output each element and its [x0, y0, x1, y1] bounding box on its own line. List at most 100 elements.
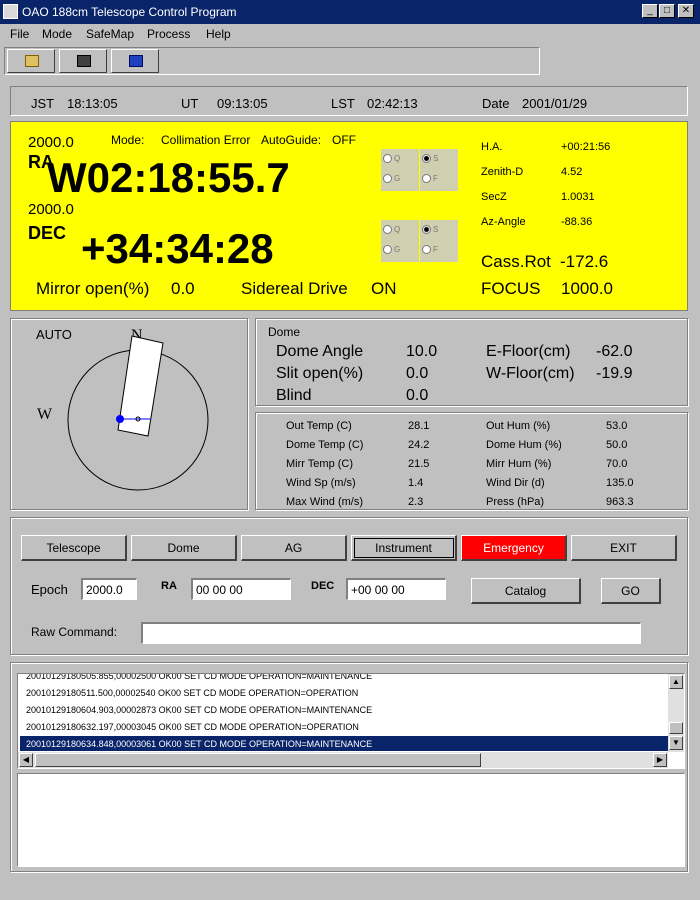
ra-radio-q[interactable]: Q	[383, 154, 400, 164]
weather-value: 28.1	[408, 420, 430, 432]
weather-label2: Wind Dir (d)	[486, 477, 545, 489]
catalog-button[interactable]: Catalog	[471, 578, 581, 604]
scroll-left-arrow-icon[interactable]: ◀	[19, 753, 33, 767]
weather-value: 2.3	[408, 496, 424, 508]
mirror-open-label: Mirror open(%)	[36, 279, 150, 298]
wfloor-label: W-Floor(cm)	[486, 365, 575, 382]
close-button[interactable]: ✕	[678, 4, 694, 18]
control-panel: Telescope Dome AG Instrument Emergency E…	[10, 517, 688, 655]
mode-value: Collimation Error	[161, 133, 251, 147]
weather-value2: 70.0	[606, 458, 628, 470]
epoch-input[interactable]: 2000.0	[81, 578, 137, 600]
secz-label: SecZ	[481, 191, 507, 203]
ra-radio-s[interactable]: S	[422, 154, 439, 164]
scroll-up-arrow-icon[interactable]: ▲	[669, 675, 683, 689]
ra-radio-f[interactable]: F	[422, 174, 438, 184]
weather-row-4: Max Wind (m/s) 2.3 Press (hPa) 963.3	[286, 496, 686, 510]
dec-radio-f[interactable]: F	[422, 245, 438, 255]
menu-help[interactable]: Help	[206, 27, 231, 41]
log-line[interactable]: 20010129180511.500,00002540 OK00 SET CD …	[26, 688, 358, 698]
dome-button[interactable]: Dome	[131, 535, 237, 561]
log-list[interactable]: 20010129180505.855,00002500 OK00 SET CD …	[17, 673, 685, 769]
lst-label: LST	[331, 96, 355, 111]
dec-radio-s[interactable]: S	[422, 225, 438, 235]
menu-file[interactable]: File	[10, 27, 29, 41]
menu-process[interactable]: Process	[147, 27, 190, 41]
emergency-button[interactable]: Emergency	[461, 535, 567, 561]
app-icon[interactable]	[3, 4, 18, 19]
weather-value2: 963.3	[606, 496, 634, 508]
ut-label: UT	[181, 96, 199, 111]
weather-label: Out Temp (C)	[286, 420, 352, 432]
log-line[interactable]: 20010129180604.903,00002873 OK00 SET CD …	[26, 705, 372, 715]
ra-radio-group-left: Q G	[381, 149, 419, 191]
dec-radio-group-left: Q G	[381, 220, 419, 262]
exit-button[interactable]: EXIT	[571, 535, 677, 561]
scroll-thumb-vertical[interactable]	[669, 722, 683, 734]
dec-input[interactable]: +00 00 00	[346, 578, 446, 600]
az-label: Az-Angle	[481, 216, 526, 228]
radio-f-label: F	[433, 245, 438, 254]
mirror-open-value: 0.0	[171, 279, 195, 298]
efloor-label: E-Floor(cm)	[486, 343, 571, 360]
weather-label2: Dome Hum (%)	[486, 439, 562, 451]
menu-mode[interactable]: Mode	[42, 27, 72, 41]
ra-radio-g[interactable]: G	[383, 174, 400, 184]
title-bar[interactable]: OAO 188cm Telescope Control Program _ □ …	[0, 0, 700, 24]
scroll-right-arrow-icon[interactable]: ▶	[653, 753, 667, 767]
log-line-selected[interactable]: 20010129180634.848,00003061 OK00 SET CD …	[26, 739, 372, 749]
cassrot-value: -172.6	[560, 252, 609, 271]
dec-radio-g[interactable]: G	[383, 245, 400, 255]
weather-value2: 53.0	[606, 420, 628, 432]
zenith-value: 4.52	[561, 166, 583, 178]
telescope-status-display: 2000.0 RA W02:18:55.7 Mode: Collimation …	[10, 121, 688, 311]
ha-label: H.A.	[481, 141, 503, 153]
slit-open-label: Slit open(%)	[276, 365, 364, 382]
ra-input[interactable]: 00 00 00	[191, 578, 291, 600]
open-file-button[interactable]	[7, 49, 55, 73]
log-line[interactable]: 20010129180505.855,00002500 OK00 SET CD …	[26, 674, 372, 681]
menu-safemap[interactable]: SafeMap	[86, 27, 134, 41]
secz-value: 1.0031	[561, 191, 595, 203]
ha-value: +00:21:56	[561, 141, 611, 153]
maximize-button[interactable]: □	[659, 4, 675, 18]
dec-radio-q[interactable]: Q	[383, 225, 401, 235]
mode-label: Mode:	[111, 133, 145, 147]
radio-q-label: Q	[394, 225, 401, 234]
focus-label: FOCUS	[481, 279, 541, 298]
output-text-area[interactable]	[17, 773, 685, 867]
scroll-down-arrow-icon[interactable]: ▼	[669, 736, 683, 750]
autoguide-value: OFF	[332, 133, 356, 147]
focus-value: 1000.0	[561, 279, 613, 298]
jst-label: JST	[31, 96, 55, 111]
epoch-label: Epoch	[31, 582, 68, 597]
window-title: OAO 188cm Telescope Control Program	[22, 5, 237, 19]
book-button[interactable]	[111, 49, 159, 73]
dec-input-label: DEC	[311, 580, 335, 592]
minimize-button[interactable]: _	[642, 4, 658, 18]
book-icon	[129, 55, 143, 67]
ag-button[interactable]: AG	[241, 535, 347, 561]
telescope-button[interactable]: Telescope	[21, 535, 127, 561]
folder-open-icon	[25, 55, 39, 67]
weather-value2: 135.0	[606, 477, 634, 489]
instrument-button[interactable]: Instrument	[351, 535, 457, 561]
raw-command-input[interactable]	[141, 622, 641, 644]
save-file-button[interactable]	[59, 49, 107, 73]
radio-s-label: S	[433, 154, 439, 163]
dec-value: +34:34:28	[81, 225, 274, 272]
autoguide-label: AutoGuide:	[261, 133, 322, 147]
weather-label: Max Wind (m/s)	[286, 496, 363, 508]
scroll-thumb-horizontal[interactable]	[35, 753, 481, 767]
ra-epoch: 2000.0	[28, 134, 74, 151]
weather-label: Mirr Temp (C)	[286, 458, 354, 470]
blind-value: 0.0	[406, 387, 429, 404]
log-line[interactable]: 20010129180632.197,00003045 OK00 SET CD …	[26, 722, 359, 732]
cassrot-label: Cass.Rot	[481, 252, 551, 271]
go-button[interactable]: GO	[601, 578, 661, 604]
time-bar: JST 18:13:05 UT 09:13:05 LST 02:42:13 Da…	[10, 86, 688, 116]
weather-label: Dome Temp (C)	[286, 439, 364, 451]
menu-bar: File Mode SafeMap Process Help	[0, 24, 700, 44]
weather-value: 24.2	[408, 439, 430, 451]
az-value: -88.36	[561, 216, 593, 228]
